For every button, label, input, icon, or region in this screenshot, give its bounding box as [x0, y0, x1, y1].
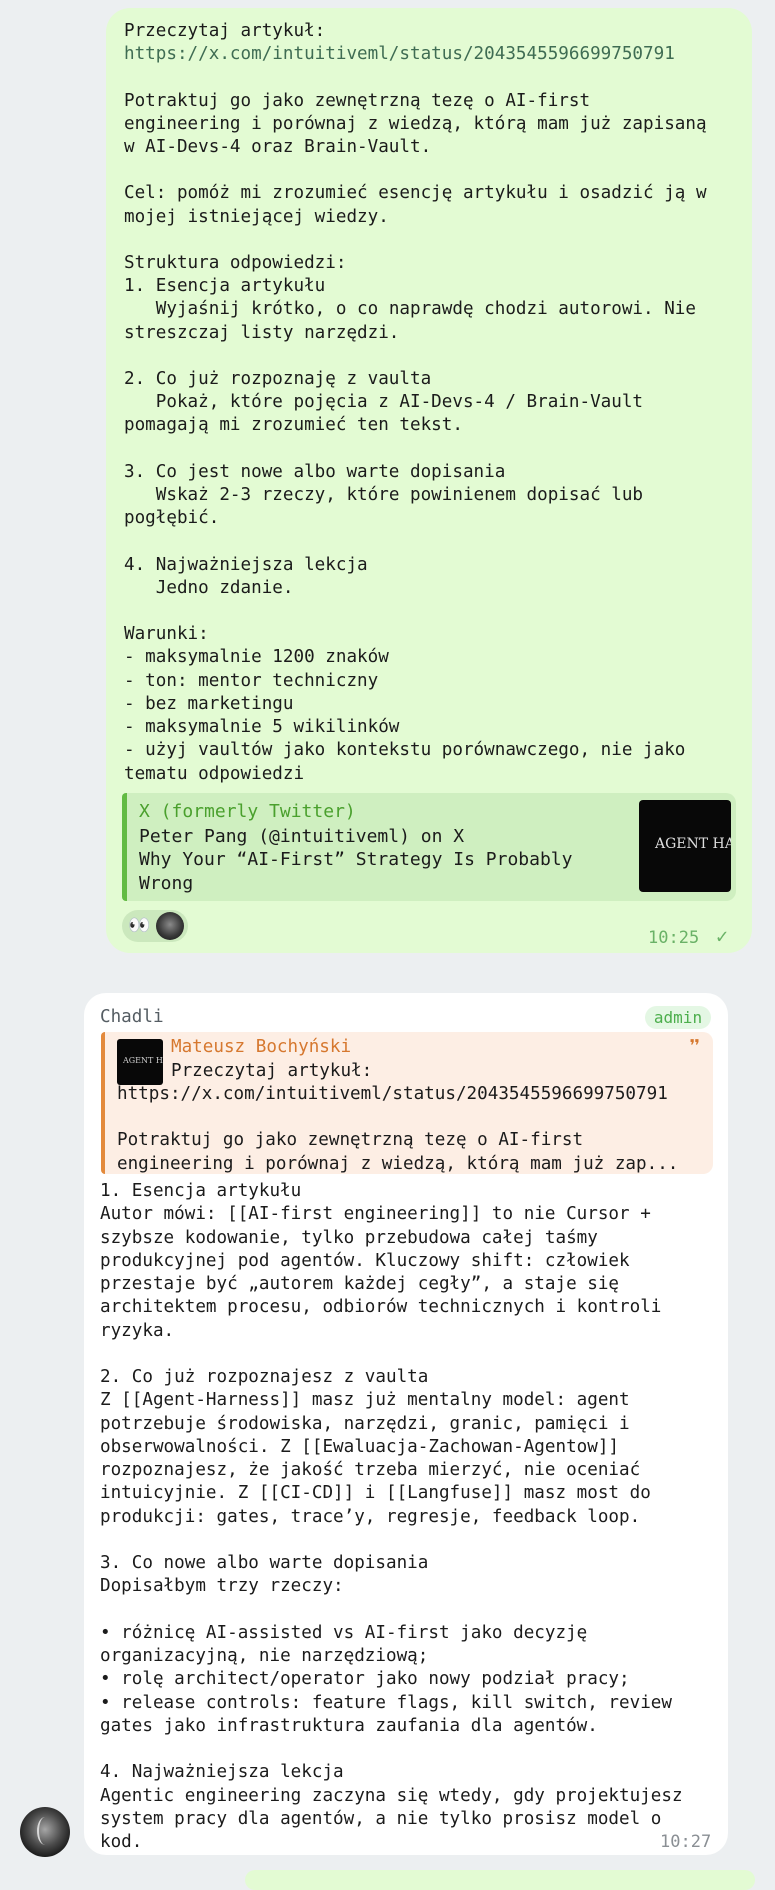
reply-quote-thumbnail: AGENT HA	[117, 1039, 163, 1085]
article-link[interactable]: https://x.com/intuitiveml/status/2043545…	[124, 44, 675, 64]
reply-thumbnail-caption: AGENT HA	[123, 1056, 163, 1065]
reactions-bar[interactable]: 👀	[122, 910, 188, 942]
quote-icon: ❞	[688, 1036, 702, 1061]
reactor-avatar	[156, 912, 184, 940]
next-outgoing-message-bubble[interactable]	[245, 1870, 755, 1890]
outgoing-timestamp: 10:25	[648, 928, 700, 948]
reply-quote[interactable]: AGENT HA Mateusz Bochyński ❞ Przeczytaj …	[101, 1032, 713, 1174]
thumbnail-caption: AGENT HA	[655, 836, 731, 852]
outgoing-message-text: Przeczytaj artykuł: https://x.com/intuit…	[124, 20, 744, 786]
link-preview-site: X (formerly Twitter)	[139, 801, 356, 822]
reply-quote-text: https://x.com/intuitiveml/status/2043545…	[117, 1084, 679, 1174]
check-icon: ✓	[716, 924, 729, 948]
incoming-message-text: 1. Esencja artykułu Autor mówi: [[AI-fir…	[100, 1181, 683, 1852]
link-preview-thumbnail[interactable]: AGENT HA	[639, 800, 731, 892]
link-preview-title: Peter Pang (@intuitiveml) on X Why Your …	[139, 826, 573, 894]
outgoing-message-first-line: Przeczytaj artykuł:	[124, 21, 326, 41]
sender-name[interactable]: Chadli	[100, 1007, 164, 1027]
link-preview[interactable]: X (formerly Twitter) Peter Pang (@intuit…	[122, 793, 736, 901]
outgoing-message-body: Potraktuj go jako zewnętrzną tezę o AI-f…	[124, 90, 707, 784]
incoming-timestamp: 10:27	[660, 1832, 712, 1852]
eyes-reaction-emoji[interactable]: 👀	[128, 916, 150, 936]
admin-badge: admin	[645, 1006, 711, 1029]
reply-quote-author: Mateusz Bochyński	[171, 1037, 352, 1057]
sender-avatar[interactable]	[20, 1807, 70, 1857]
reply-quote-first-line: Przeczytaj artykuł:	[171, 1061, 373, 1081]
